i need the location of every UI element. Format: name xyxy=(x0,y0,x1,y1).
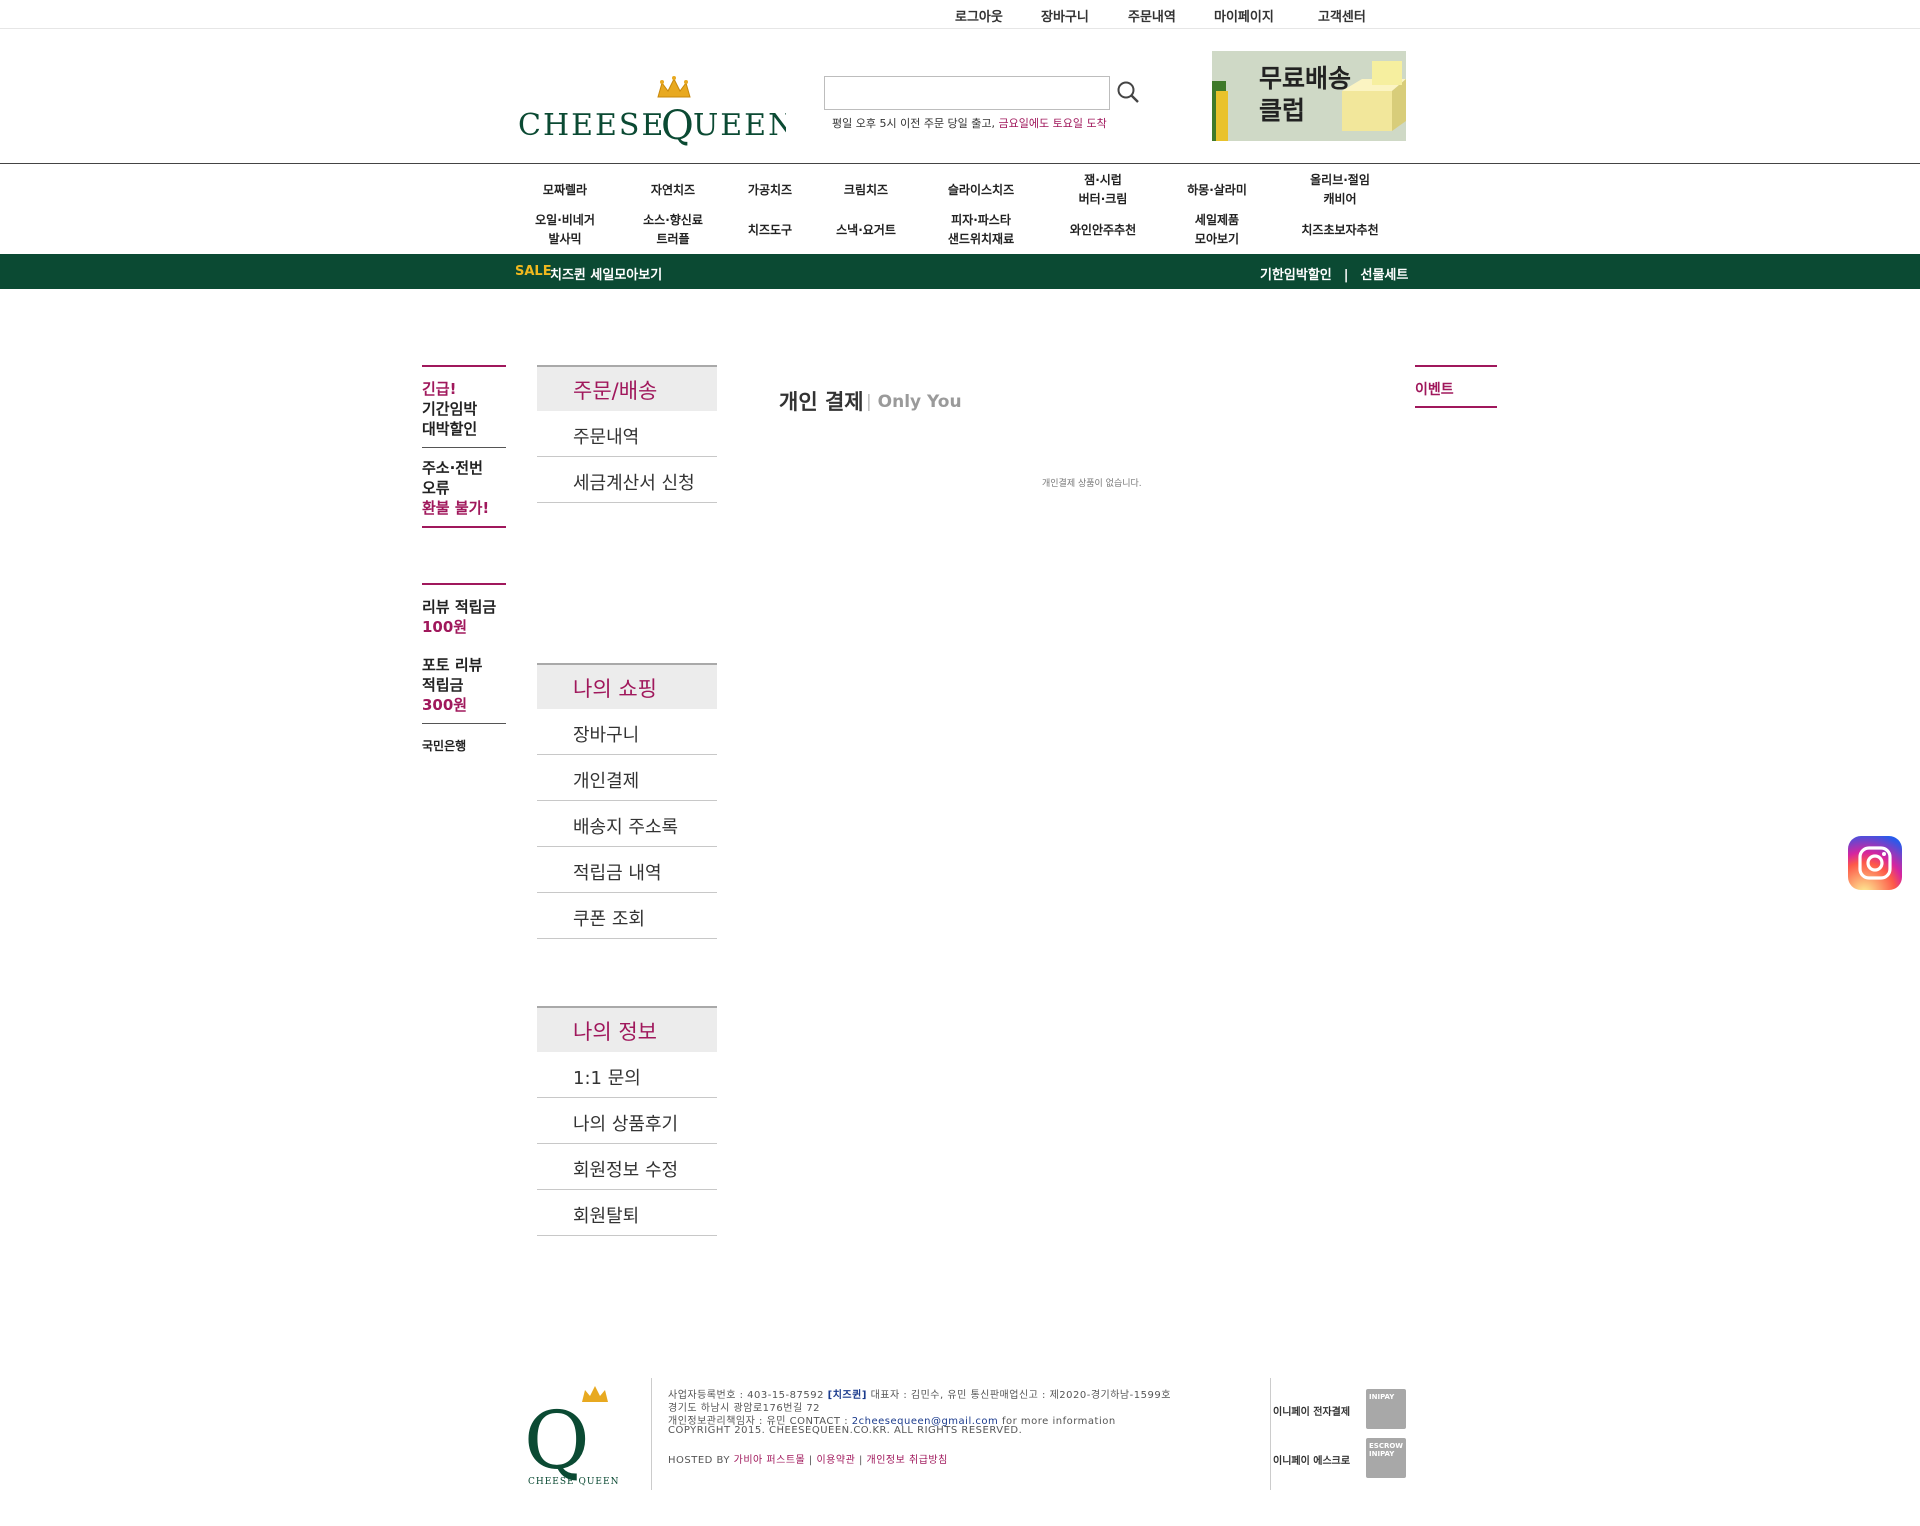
gift-set-link[interactable]: 선물세트 xyxy=(1361,268,1409,283)
menu-coupons[interactable]: 쿠폰 조회 xyxy=(537,893,717,939)
footer-copyright: COPYRIGHT 2015. CHEESEQUEEN.CO.KR. ALL R… xyxy=(668,1425,1023,1436)
category-sliced-cheese[interactable]: 슬라이스치즈 xyxy=(931,181,1031,200)
notice-text: 평일 오후 5시 이전 주문 당일 출고, xyxy=(832,117,999,130)
category-snack-yogurt[interactable]: 스낵·요거트 xyxy=(816,221,916,240)
category-natural-cheese[interactable]: 자연치즈 xyxy=(623,181,723,200)
menu-tax-invoice[interactable]: 세금계산서 신청 xyxy=(537,457,717,503)
notice-highlight: 금요일에도 토요일 도착 xyxy=(998,117,1107,130)
inipay-badge[interactable]: INIPAY xyxy=(1366,1389,1406,1429)
logout-link[interactable]: 로그아웃 xyxy=(955,6,1003,25)
bank-label: 국민은행 xyxy=(422,739,467,753)
expiring-discount-link[interactable]: 기한임박할인 xyxy=(1260,268,1332,283)
inipay-payment-label: 이니페이 전자결제 xyxy=(1273,1407,1351,1418)
shipping-notice: 평일 오후 5시 이전 주문 당일 출고, 금요일에도 토요일 도착 xyxy=(832,115,1107,131)
page-subtitle: | Only You xyxy=(866,392,962,412)
cart-link[interactable]: 장바구니 xyxy=(1041,6,1089,25)
sale-collection-link[interactable]: 치즈퀸 세일모아보기 xyxy=(550,264,662,283)
menu-points-history[interactable]: 적립금 내역 xyxy=(537,847,717,893)
category-beginner-picks[interactable]: 치즈초보자추천 xyxy=(1290,221,1390,240)
top-utility-bar: 로그아웃 장바구니 주문내역 마이페이지 고객센터 xyxy=(0,0,1920,29)
svg-text:UEEN: UEEN xyxy=(693,108,786,143)
search-input[interactable] xyxy=(824,76,1110,110)
footer-divider xyxy=(1270,1378,1271,1490)
category-nav: 모짜렐라 자연치즈 가공치즈 크림치즈 슬라이스치즈 잼·시럽 버터·크림 하몽·… xyxy=(0,165,1920,254)
sale-label[interactable]: SALE xyxy=(515,264,552,279)
free-shipping-club-banner[interactable]: 무료배송 클럽 xyxy=(1212,51,1406,141)
menu-personal-payment[interactable]: 개인결제 xyxy=(537,755,717,801)
menu-edit-profile[interactable]: 회원정보 수정 xyxy=(537,1144,717,1190)
category-processed-cheese[interactable]: 가공치즈 xyxy=(720,181,820,200)
footer-logo: Q CHEESE QUEEN xyxy=(524,1386,618,1486)
menu-my-reviews[interactable]: 나의 상품후기 xyxy=(537,1098,717,1144)
hosting-link[interactable]: 가비아 퍼스트몰 xyxy=(734,1455,806,1466)
promo-bar: SALE 치즈퀸 세일모아보기 기한임박할인 | 선물세트 xyxy=(0,254,1920,289)
urgent-notice: 긴급! 기간임박 대박할인 주소·전번 오류 환불 불가! xyxy=(422,365,506,528)
empty-message: 개인결제 상품이 없습니다. xyxy=(1042,479,1142,489)
order-history-link[interactable]: 주문내역 xyxy=(1128,6,1176,25)
menu-order-history[interactable]: 주문내역 xyxy=(537,411,717,457)
order-delivery-heading: 주문/배송 xyxy=(537,365,717,411)
mypage-link[interactable]: 마이페이지 xyxy=(1214,6,1274,25)
category-cream-cheese[interactable]: 크림치즈 xyxy=(816,181,916,200)
cheese-queen-logo[interactable]: CHEESE Q UEEN xyxy=(516,69,786,159)
my-info-heading: 나의 정보 xyxy=(537,1006,717,1052)
instagram-icon[interactable] xyxy=(1848,836,1902,890)
site-header: CHEESE Q UEEN 평일 오후 5시 이전 주문 당일 출고, 금요일에… xyxy=(0,29,1920,164)
terms-link[interactable]: 이용약관 xyxy=(816,1455,855,1466)
divider xyxy=(422,526,506,528)
category-olive-caviar[interactable]: 올리브·절임 캐비어 xyxy=(1290,171,1390,209)
customer-center-link[interactable]: 고객센터 xyxy=(1318,6,1366,25)
separator: | xyxy=(1343,268,1349,283)
banner-text: 무료배송 클럽 xyxy=(1259,64,1352,125)
review-reward-notice: 리뷰 적립금 100원 포토 리뷰 적립금 300원 국민은행 xyxy=(422,583,506,756)
menu-inquiry[interactable]: 1:1 문의 xyxy=(537,1052,717,1098)
category-sauce-truffle[interactable]: 소스·향신료 트러플 xyxy=(623,211,723,249)
category-jamon-salami[interactable]: 하몽·살라미 xyxy=(1167,181,1267,200)
menu-withdraw[interactable]: 회원탈퇴 xyxy=(537,1190,717,1236)
category-cheese-tools[interactable]: 치즈도구 xyxy=(720,221,820,240)
svg-text:CHEESE QUEEN: CHEESE QUEEN xyxy=(528,1477,618,1486)
svg-text:Q: Q xyxy=(661,103,694,149)
category-mozzarella[interactable]: 모짜렐라 xyxy=(515,181,615,200)
menu-cart[interactable]: 장바구니 xyxy=(537,709,717,755)
page-title: 개인 결제 xyxy=(779,390,864,414)
inipay-escrow-label: 이니페이 에스크로 xyxy=(1273,1456,1351,1467)
crown-icon xyxy=(657,76,691,98)
escrow-badge[interactable]: ESCROW INIPAY xyxy=(1366,1438,1406,1478)
footer-divider xyxy=(651,1378,652,1490)
event-link[interactable]: 이벤트 xyxy=(1415,365,1497,408)
privacy-link[interactable]: 개인정보 취급방침 xyxy=(867,1455,948,1466)
category-sale-items[interactable]: 세일제품 모아보기 xyxy=(1167,211,1267,249)
footer-links: HOSTED BY 가비아 퍼스트몰 | 이용약관 | 개인정보 취급방침 xyxy=(668,1455,948,1466)
category-pizza-pasta[interactable]: 피자·파스타 샌드위치재료 xyxy=(931,211,1031,249)
menu-address-book[interactable]: 배송지 주소록 xyxy=(537,801,717,847)
category-oil-vinegar[interactable]: 오일·비네거 발사믹 xyxy=(515,211,615,249)
search-icon[interactable] xyxy=(1114,78,1144,108)
promo-right-links: 기한임박할인 | 선물세트 xyxy=(1260,264,1408,283)
my-shopping-heading: 나의 쇼핑 xyxy=(537,663,717,709)
category-jam-syrup[interactable]: 잼·시럽 버터·크림 xyxy=(1053,171,1153,209)
logo-text: CHEESE xyxy=(518,108,665,143)
svg-text:Q: Q xyxy=(524,1394,590,1486)
category-wine-pairing[interactable]: 와인안주추천 xyxy=(1053,221,1153,240)
